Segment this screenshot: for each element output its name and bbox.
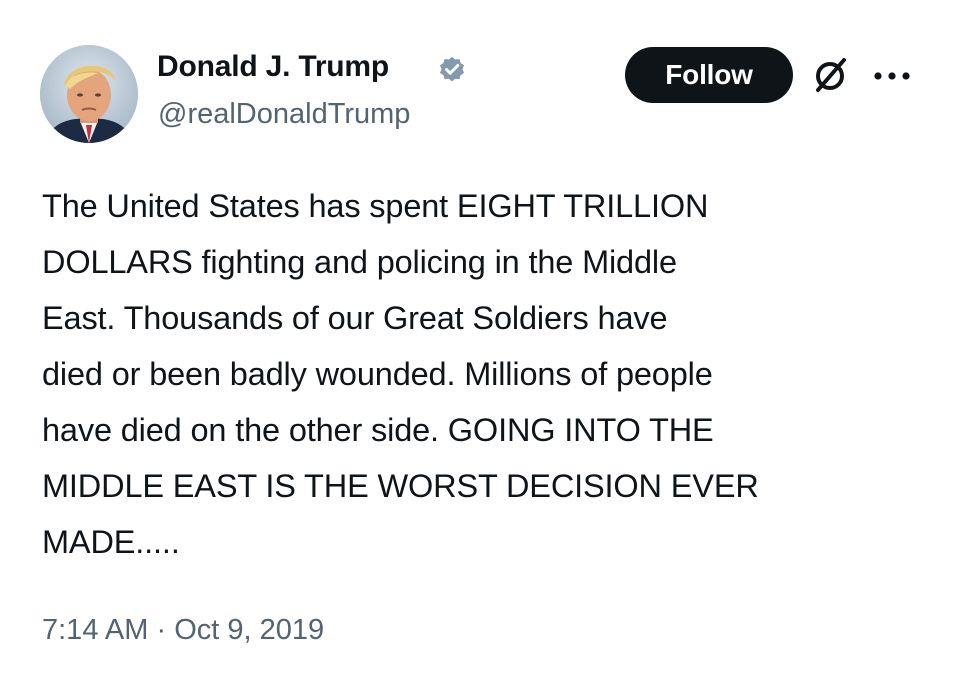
tweet-text-line: have died on the other side. GOING INTO … — [42, 412, 714, 448]
profile-photo-icon — [40, 45, 138, 143]
tweet-text: The United States has spent EIGHT TRILLI… — [42, 178, 932, 570]
tweet-text-line: DOLLARS fighting and policing in the Mid… — [42, 244, 677, 280]
tweet-card: Donald J. Trump @realDonaldTrump Follow … — [0, 0, 959, 690]
tweet-text-line: died or been badly wounded. Millions of … — [42, 356, 713, 392]
verified-badge-icon — [440, 56, 464, 82]
tweet-text-line: East. Thousands of our Great Soldiers ha… — [42, 300, 668, 336]
meta-separator: · — [156, 614, 167, 646]
tweet-text-line: The United States has spent EIGHT TRILLI… — [42, 188, 709, 224]
follow-button[interactable]: Follow — [625, 47, 793, 103]
grok-icon[interactable] — [812, 56, 848, 94]
tweet-time: 7:14 AM — [42, 614, 149, 646]
more-options-icon[interactable] — [872, 70, 912, 82]
author-handle[interactable]: @realDonaldTrump — [158, 98, 410, 131]
avatar[interactable] — [40, 45, 138, 143]
tweet-text-line: MADE..... — [42, 524, 180, 560]
tweet-timestamp[interactable]: 7:14 AM · Oct 9, 2019 — [42, 614, 324, 647]
author-name[interactable]: Donald J. Trump — [157, 50, 389, 84]
tweet-date: Oct 9, 2019 — [174, 614, 325, 646]
tweet-text-line: MIDDLE EAST IS THE WORST DECISION EVER — [42, 468, 759, 504]
